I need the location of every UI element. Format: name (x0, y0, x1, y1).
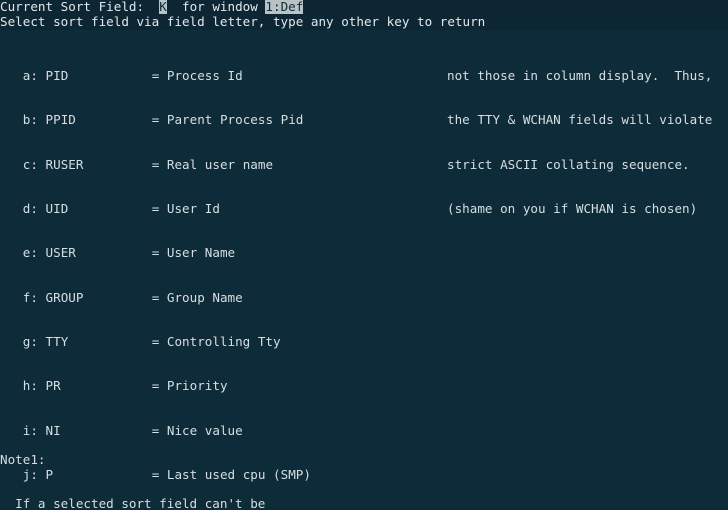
terminal-content: Current Sort Field: K for window 1:Def S… (0, 0, 728, 30)
field-name: PID (45, 67, 69, 83)
field-gap (8, 112, 23, 127)
field-pad (83, 290, 151, 305)
field-desc: User Id (166, 200, 220, 216)
terminal-screen[interactable]: Current Sort Field: K for window 1:Def S… (0, 0, 728, 510)
field-row[interactable]: g: TTY = Controlling Tty (0, 333, 319, 350)
field-row[interactable]: f: GROUP = Group Name (0, 289, 319, 306)
field-gap (8, 201, 23, 216)
note2-continued-block: not those in column display. Thus, the T… (447, 39, 712, 246)
field-eq: = (151, 156, 167, 172)
header-prefix-label: Current Sort Field: (0, 0, 160, 14)
field-name: RUSER (45, 156, 84, 172)
field-name: GROUP (45, 289, 84, 305)
field-eq: = (151, 289, 167, 305)
field-eq: = (151, 67, 167, 83)
field-gap (8, 290, 23, 305)
field-row[interactable]: e: USER = User Name (0, 245, 319, 261)
field-eq: = (151, 378, 167, 394)
note2-continued-line: (shame on you if WCHAN is chosen) (447, 200, 698, 216)
field-row[interactable]: c: RUSER = Real user name (0, 156, 319, 173)
field-name: UID (45, 200, 69, 216)
header-middle-label: for window (166, 0, 266, 14)
note2-continued-line: strict ASCII collating sequence. (447, 156, 690, 172)
field-row[interactable]: b: PPID = Parent Process Pid (0, 112, 319, 128)
field-desc: User Name (166, 245, 236, 261)
field-pad (68, 334, 151, 349)
field-eq: = (151, 112, 167, 128)
field-selected-marker (0, 245, 8, 260)
field-desc: Real user name (166, 156, 274, 172)
field-selected-marker (0, 68, 8, 83)
field-colon: : (30, 156, 46, 172)
note1-line: If a selected sort field can't be (0, 495, 266, 510)
field-selected-marker (0, 378, 8, 393)
note2-continued-line: the TTY & WCHAN fields will violate (447, 112, 713, 128)
field-gap (8, 334, 23, 349)
field-eq: = (151, 333, 167, 349)
field-desc: Priority (166, 378, 228, 394)
field-colon: : (30, 289, 46, 305)
field-eq: = (151, 245, 167, 261)
field-row[interactable]: a: PID = Process Id (0, 67, 319, 84)
field-gap (8, 245, 23, 260)
field-pad (83, 157, 151, 172)
field-desc: Parent Process Pid (166, 112, 304, 128)
field-eq: = (151, 200, 167, 216)
field-desc: Group Name (166, 289, 243, 305)
header-line-current-sort-field: Current Sort Field: K for window 1:Def (0, 0, 728, 15)
field-pad (76, 112, 152, 127)
notes-block: Note1: If a selected sort field can't be… (0, 423, 281, 510)
field-desc: Process Id (166, 67, 243, 83)
field-gap (8, 68, 23, 83)
field-selected-marker (0, 201, 8, 216)
field-colon: : (30, 112, 46, 128)
field-colon: : (30, 333, 46, 349)
header-line-instructions: Select sort field via field letter, type… (0, 14, 728, 30)
field-colon: : (30, 200, 46, 216)
field-gap (8, 157, 23, 172)
field-name: USER (45, 245, 76, 261)
field-colon: : (30, 245, 46, 261)
field-pad (68, 68, 151, 83)
field-pad (61, 378, 152, 393)
field-pad (76, 245, 152, 260)
field-colon: : (30, 378, 46, 394)
note1-title: Note1: (0, 451, 46, 467)
field-selected-marker (0, 112, 8, 127)
field-name: TTY (45, 333, 69, 349)
field-selected-marker (0, 334, 8, 349)
field-row[interactable]: d: UID = User Id (0, 200, 319, 217)
field-name: PR (45, 378, 61, 394)
field-desc: Controlling Tty (166, 333, 281, 349)
note2-continued-line: not those in column display. Thus, (447, 67, 713, 83)
field-name: PPID (45, 112, 76, 128)
field-colon: : (30, 67, 46, 83)
field-gap (8, 378, 23, 393)
field-pad (68, 201, 151, 216)
field-selected-marker (0, 290, 8, 305)
current-window-badge[interactable]: 1:Def (265, 0, 304, 14)
field-row[interactable]: h: PR = Priority (0, 378, 319, 394)
field-selected-marker (0, 157, 8, 172)
current-sort-key-badge[interactable]: K (159, 0, 167, 14)
